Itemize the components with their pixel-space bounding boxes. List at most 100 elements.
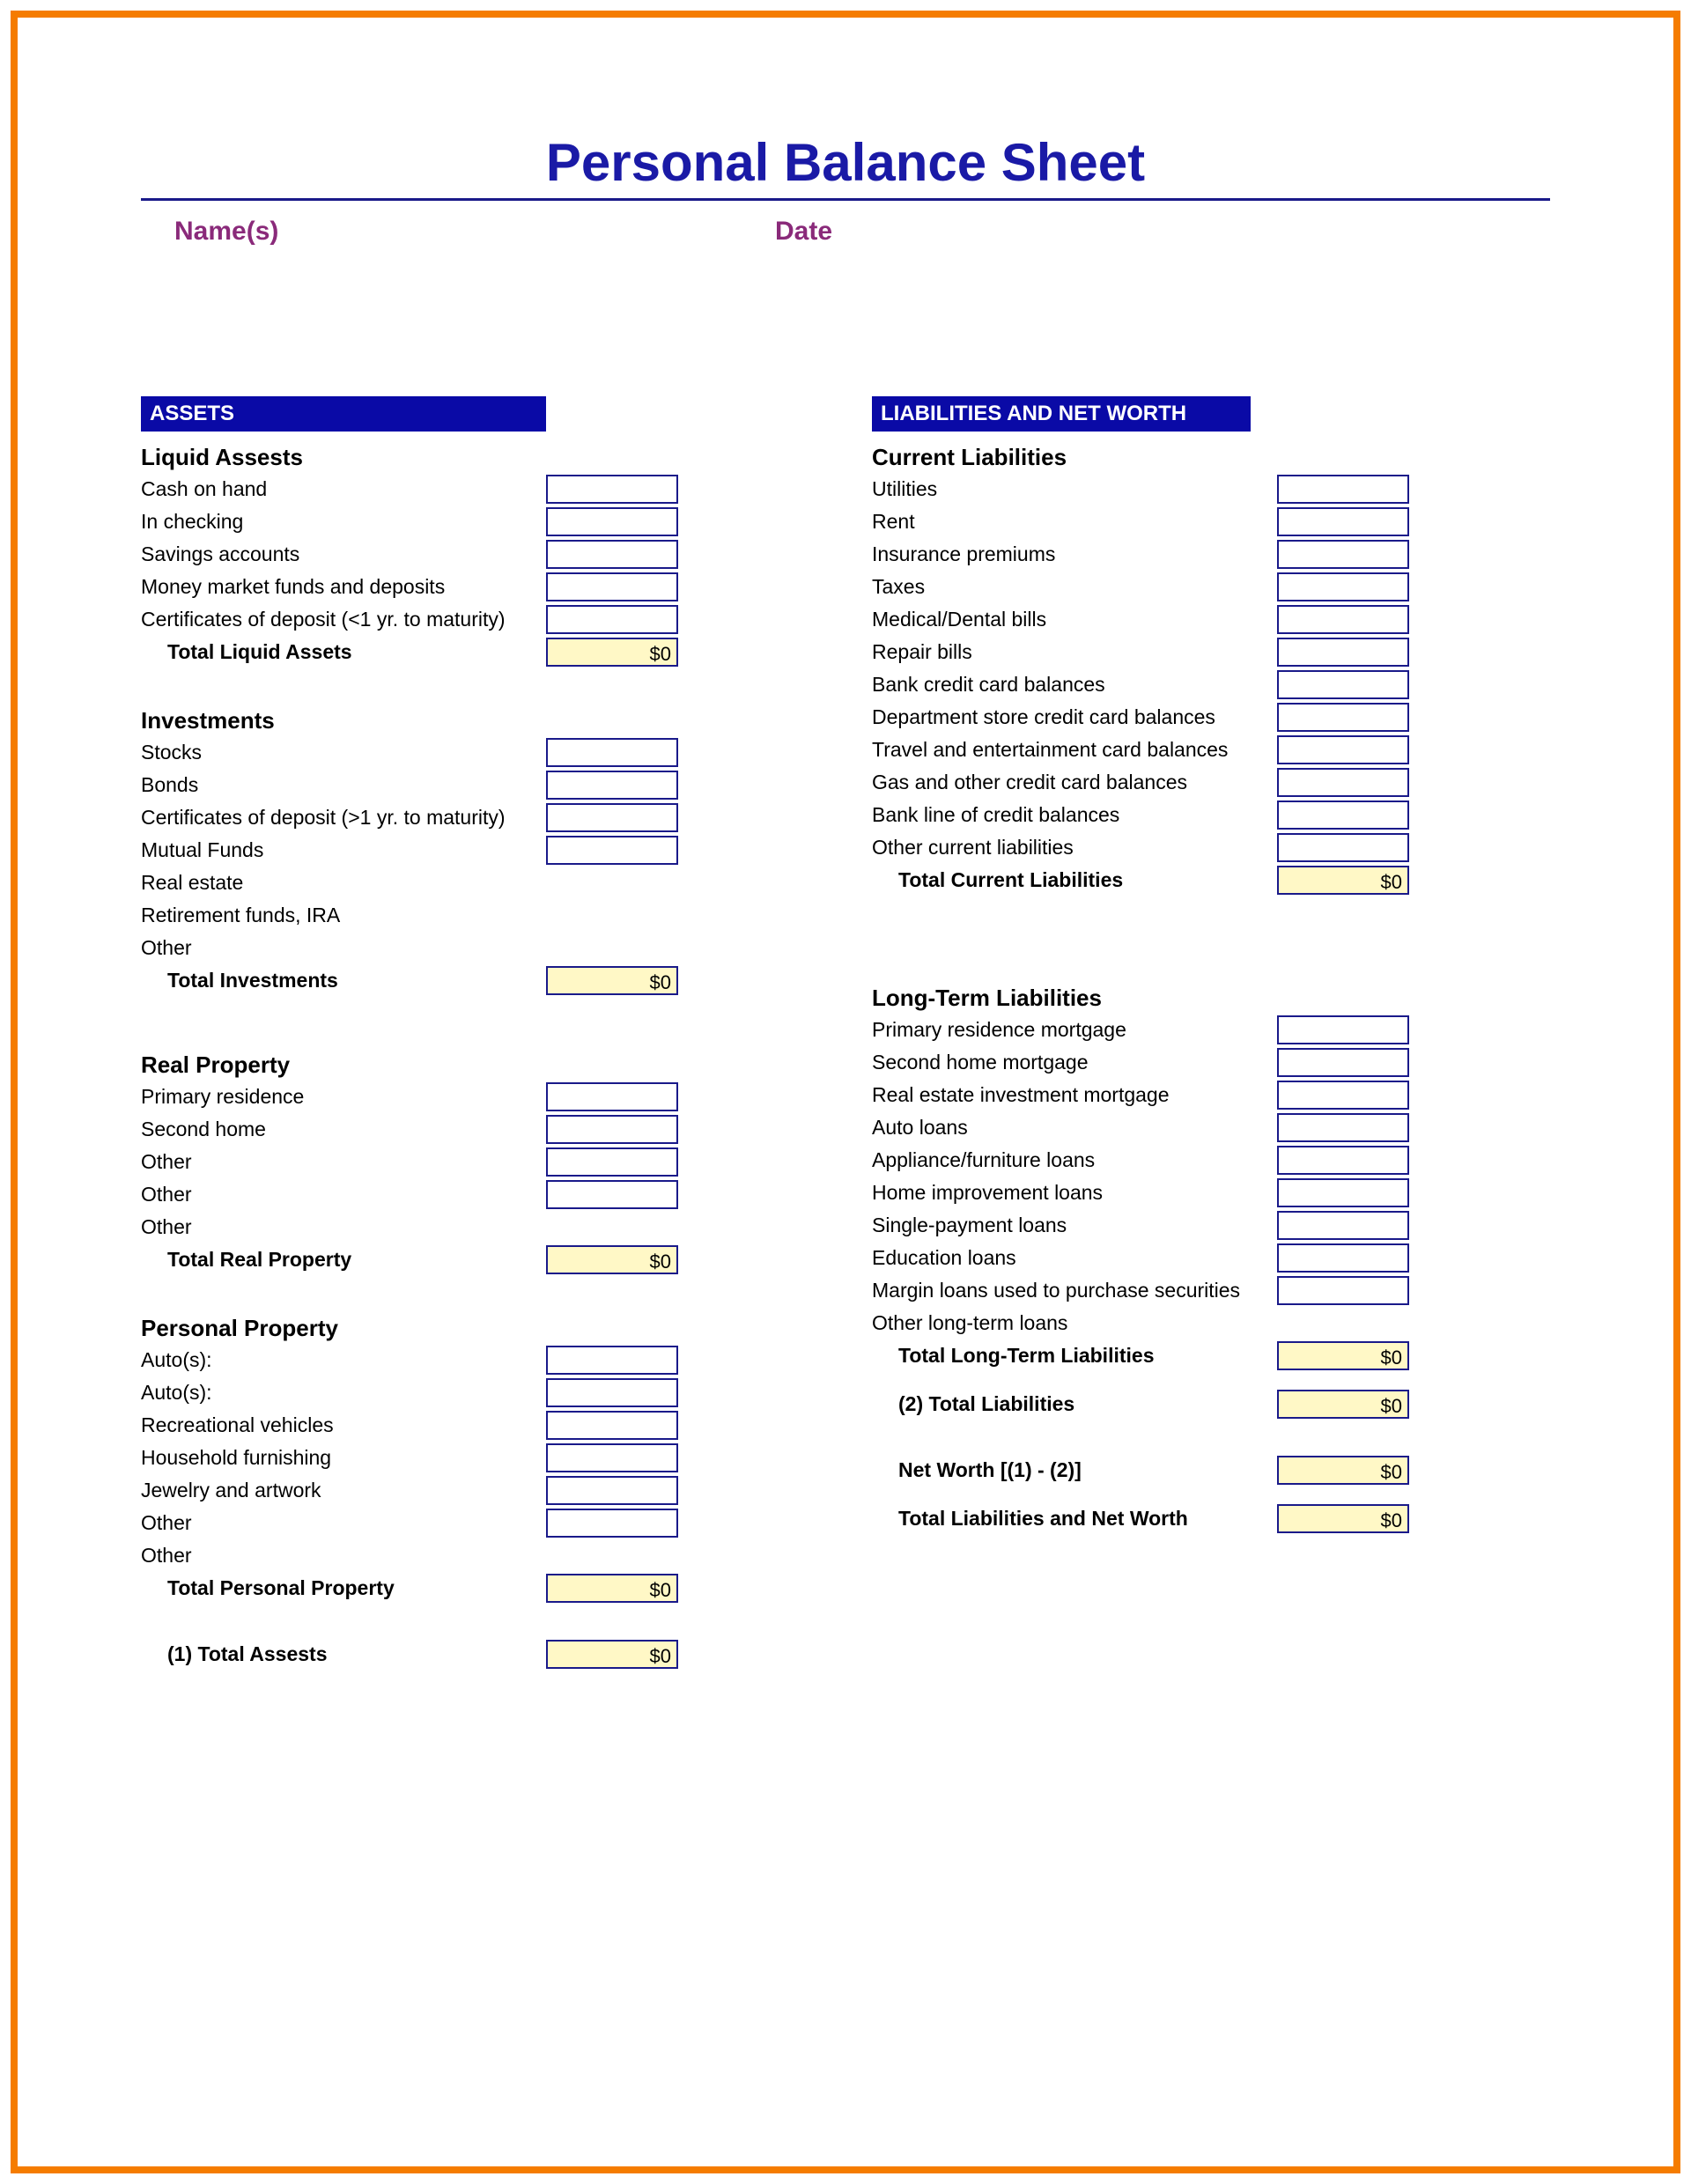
line-item: Stocks xyxy=(141,736,775,769)
line-item: Certificates of deposit (<1 yr. to matur… xyxy=(141,603,775,636)
item-label: Second home xyxy=(141,1116,546,1143)
liabilities-column: LIABILITIES AND NET WORTH Current Liabil… xyxy=(872,396,1506,1671)
value-input[interactable] xyxy=(1277,801,1409,830)
value-input[interactable] xyxy=(1277,1146,1409,1175)
value-input[interactable] xyxy=(1277,1113,1409,1142)
value-input[interactable] xyxy=(546,1411,678,1440)
document-frame: Personal Balance Sheet Name(s) Date ASSE… xyxy=(11,11,1680,2173)
total-value: $0 xyxy=(546,1245,678,1274)
value-input[interactable] xyxy=(546,572,678,601)
value-input[interactable] xyxy=(546,540,678,569)
item-label: Auto(s): xyxy=(141,1379,546,1406)
item-label: Travel and entertainment card balances xyxy=(872,736,1277,764)
value-input[interactable] xyxy=(1277,833,1409,862)
line-item: Bank credit card balances xyxy=(872,668,1506,701)
value-input[interactable] xyxy=(1277,703,1409,732)
item-label: Stocks xyxy=(141,739,546,766)
value-input[interactable] xyxy=(546,605,678,634)
value-input[interactable] xyxy=(546,836,678,865)
line-item: Other xyxy=(141,1146,775,1178)
grand-total-row: Total Liabilities and Net Worth$0 xyxy=(872,1502,1506,1535)
item-label: Household furnishing xyxy=(141,1444,546,1472)
line-item: Home improvement loans xyxy=(872,1177,1506,1209)
item-label: Other xyxy=(141,1181,546,1208)
total-row: Total Personal Property$0 xyxy=(141,1572,775,1605)
total-row: Total Real Property$0 xyxy=(141,1243,775,1276)
item-label: Jewelry and artwork xyxy=(141,1477,546,1504)
line-item: Real estate xyxy=(141,867,775,899)
item-label: Rent xyxy=(872,508,1277,535)
line-item: Repair bills xyxy=(872,636,1506,668)
value-input[interactable] xyxy=(1277,1243,1409,1273)
value-input[interactable] xyxy=(546,1147,678,1177)
total-label: Total Personal Property xyxy=(141,1575,546,1602)
value-input[interactable] xyxy=(546,771,678,800)
item-label: Bonds xyxy=(141,771,546,799)
personal-property-title: Personal Property xyxy=(141,1310,775,1344)
line-item: Appliance/furniture loans xyxy=(872,1144,1506,1177)
value-input[interactable] xyxy=(1277,670,1409,699)
value-input[interactable] xyxy=(1277,1081,1409,1110)
item-label: Real estate xyxy=(141,869,546,896)
value-input[interactable] xyxy=(546,1509,678,1538)
total-liabilities-value: $0 xyxy=(1277,1390,1409,1419)
line-item: Bonds xyxy=(141,769,775,801)
value-input[interactable] xyxy=(546,803,678,832)
line-item: Household furnishing xyxy=(141,1442,775,1474)
value-input[interactable] xyxy=(1277,1276,1409,1305)
item-label: Auto(s): xyxy=(141,1347,546,1374)
value-input[interactable] xyxy=(546,1082,678,1111)
title-underline xyxy=(141,198,1550,201)
total-label: Total Investments xyxy=(141,967,546,994)
current-liabilities-title: Current Liabilities xyxy=(872,439,1506,473)
grand-total-label: Total Liabilities and Net Worth xyxy=(872,1505,1277,1532)
item-label: Second home mortgage xyxy=(872,1049,1277,1076)
value-input[interactable] xyxy=(1277,572,1409,601)
line-item: Other xyxy=(141,1539,775,1572)
value-input[interactable] xyxy=(1277,475,1409,504)
value-input[interactable] xyxy=(546,1476,678,1505)
item-label: Savings accounts xyxy=(141,541,546,568)
line-item: Second home xyxy=(141,1113,775,1146)
liquid-assets-title: Liquid Assests xyxy=(141,439,775,473)
value-input[interactable] xyxy=(1277,1048,1409,1077)
value-input[interactable] xyxy=(546,1443,678,1472)
value-input[interactable] xyxy=(1277,1178,1409,1207)
line-item: Auto(s): xyxy=(141,1376,775,1409)
line-item: In checking xyxy=(141,505,775,538)
assets-bar: ASSETS xyxy=(141,396,546,432)
value-input[interactable] xyxy=(1277,735,1409,764)
line-item: Savings accounts xyxy=(141,538,775,571)
line-item: Medical/Dental bills xyxy=(872,603,1506,636)
value-input[interactable] xyxy=(546,507,678,536)
value-input[interactable] xyxy=(1277,768,1409,797)
item-label: Education loans xyxy=(872,1244,1277,1272)
value-input[interactable] xyxy=(546,1346,678,1375)
value-input[interactable] xyxy=(546,475,678,504)
value-input[interactable] xyxy=(1277,605,1409,634)
line-item: Mutual Funds xyxy=(141,834,775,867)
total-label: Total Liquid Assets xyxy=(141,638,546,666)
item-label: Primary residence xyxy=(141,1083,546,1110)
value-input[interactable] xyxy=(1277,540,1409,569)
value-input[interactable] xyxy=(546,738,678,767)
value-input[interactable] xyxy=(1277,1211,1409,1240)
line-item: Other xyxy=(141,1211,775,1243)
value-input[interactable] xyxy=(1277,507,1409,536)
line-item: Taxes xyxy=(872,571,1506,603)
value-input[interactable] xyxy=(546,1180,678,1209)
meta-row: Name(s) Date xyxy=(141,217,1550,247)
value-input[interactable] xyxy=(546,1115,678,1144)
item-label: Repair bills xyxy=(872,638,1277,666)
item-label: Other xyxy=(141,934,546,962)
long-term-liabilities-title: Long-Term Liabilities xyxy=(872,979,1506,1014)
item-label: Bank credit card balances xyxy=(872,671,1277,698)
item-label: Bank line of credit balances xyxy=(872,801,1277,829)
value-input[interactable] xyxy=(1277,1015,1409,1044)
item-label: Gas and other credit card balances xyxy=(872,769,1277,796)
line-item: Other long-term loans xyxy=(872,1307,1506,1339)
value-input[interactable] xyxy=(1277,638,1409,667)
value-input[interactable] xyxy=(546,1378,678,1407)
line-item: Jewelry and artwork xyxy=(141,1474,775,1507)
total-value: $0 xyxy=(546,638,678,667)
